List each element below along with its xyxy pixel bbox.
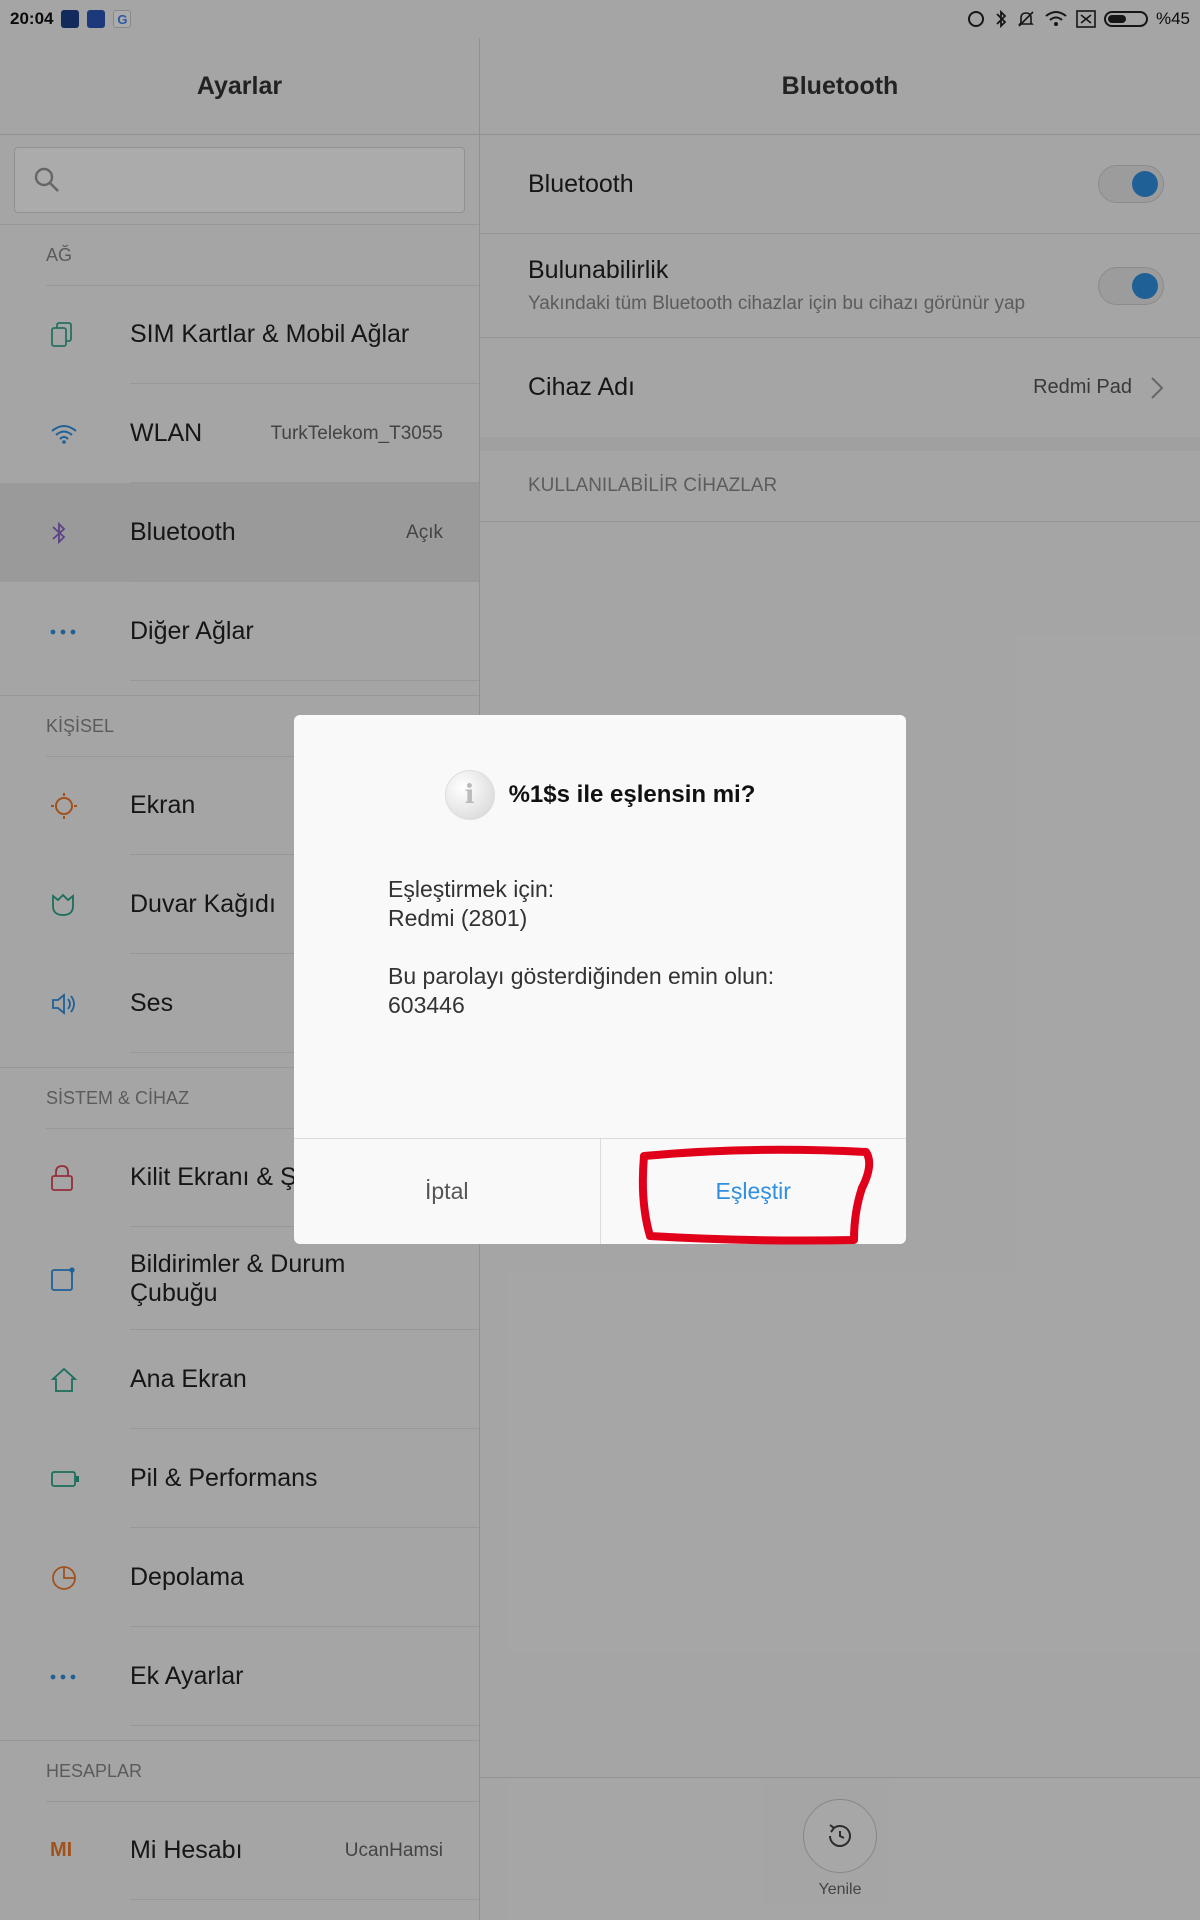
- info-icon: i: [444, 770, 495, 820]
- passkey-instruction: Bu parolayı gösterdiğinden emin olun:: [388, 963, 775, 989]
- pair-device-name: Redmi (2801): [388, 905, 528, 931]
- dialog-body: Eşleştirmek için: Redmi (2801) Bu parola…: [294, 875, 906, 1153]
- cancel-button[interactable]: İptal: [294, 1139, 601, 1244]
- pair-button[interactable]: Eşleştir: [601, 1139, 907, 1244]
- passkey-value: 603446: [388, 992, 465, 1018]
- dialog-title: %1$s ile eşlensin mi?: [508, 781, 756, 808]
- pair-with-label: Eşleştirmek için:: [388, 876, 555, 902]
- dialog-actions: İptal Eşleştir: [294, 1138, 906, 1244]
- dialog-title-row: i %1$s ile eşlensin mi?: [294, 715, 906, 875]
- pairing-dialog: i %1$s ile eşlensin mi? Eşleştirmek için…: [294, 715, 906, 1244]
